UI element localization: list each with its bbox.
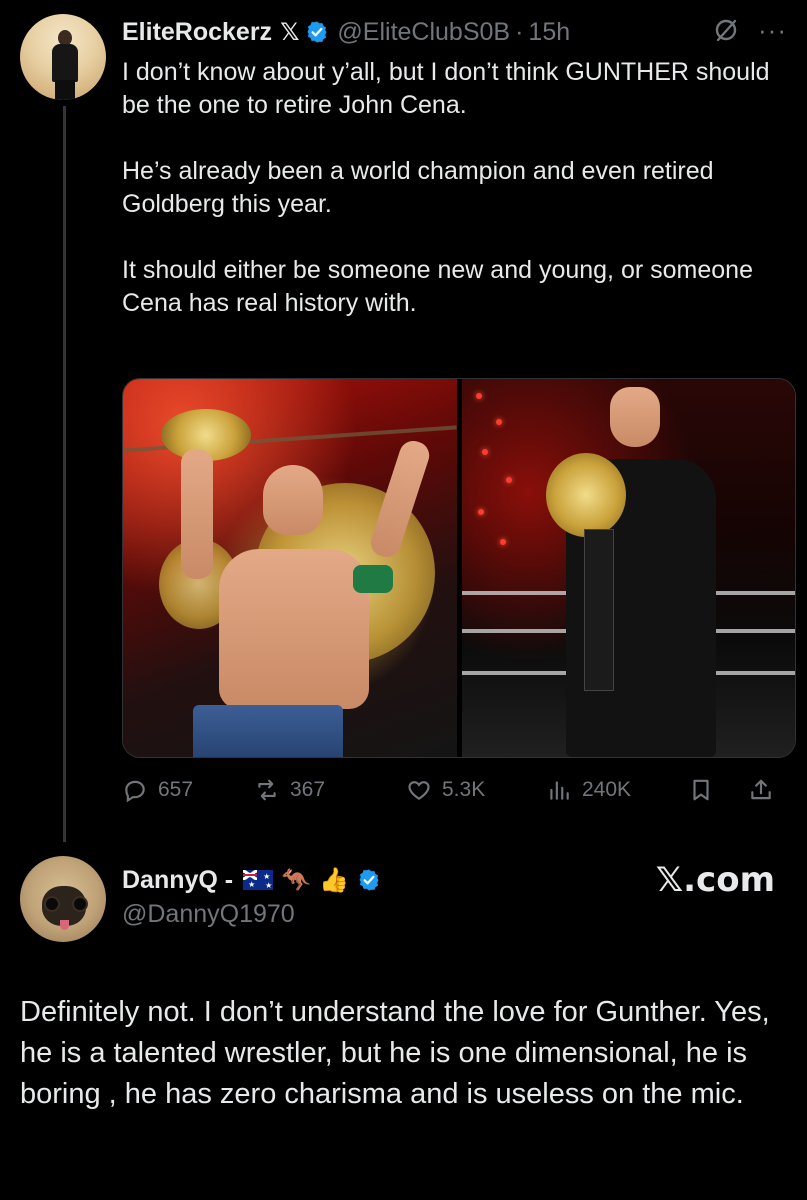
share-button[interactable] [748,777,788,803]
repost-icon [258,779,276,801]
views-bar-chart-icon [550,781,569,800]
grok-icon[interactable] [712,16,740,44]
verified-badge-icon [359,869,379,891]
author-handle[interactable]: @EliteClubS0B [337,18,510,47]
bookmark-button[interactable] [688,777,748,803]
like-heart-icon [408,781,430,800]
reply-body: Definitely not. I don’t understand the l… [20,996,770,1110]
kangaroo-emoji: 🦘 [281,866,312,894]
tweet-media-grid[interactable] [122,378,796,758]
australia-flag-icon: ★ ★ ★ [243,870,274,890]
view-count: 240K [582,778,632,801]
repost-count: 367 [290,778,326,801]
verified-badge-icon [307,21,327,43]
avatar-dannyq-pug[interactable] [20,856,106,942]
repost-button[interactable]: 367 [254,777,406,803]
reply-icon [125,780,145,803]
photo-gunther-with-title[interactable] [461,379,795,757]
tweet-paragraph: I don’t know about y’all, but I don’t th… [122,58,770,119]
tweet-action-bar: 657 367 5.3K 240K [122,770,794,810]
reply-count: 657 [158,778,194,801]
thumbs-up-emoji: 👍 [319,866,349,894]
x-badge-icon: 𝕏 [280,18,300,46]
share-icon [751,779,771,800]
like-button[interactable]: 5.3K [406,777,546,803]
tweet-paragraph: It should either be someone new and youn… [122,256,753,317]
tweet-paragraph: He’s already been a world champion and e… [122,157,714,218]
photo-cena-with-title[interactable] [123,379,457,757]
tweet-body: I don’t know about y’all, but I don’t th… [122,56,782,320]
more-options-icon[interactable]: ··· [758,17,787,43]
reply-author-handle[interactable]: @DannyQ1970 [122,900,295,929]
tweet-screenshot: EliteRockerz 𝕏 @EliteClubS0B · 15h ··· I… [0,0,807,1200]
tweet-timestamp[interactable]: 15h [528,18,570,47]
author-display-name[interactable]: EliteRockerz [122,18,272,47]
x-com-label: 𝕏.com [655,860,775,900]
thread-connector-line [63,106,66,842]
avatar-elite-rockerz[interactable] [20,14,106,100]
reply-button[interactable]: 657 [122,777,244,803]
reply-header: DannyQ - ★ ★ ★ 🦘 👍 [122,860,381,900]
separator-dot: · [515,17,524,46]
tweet-header: EliteRockerz 𝕏 @EliteClubS0B · 15h ··· [122,14,787,50]
bookmark-icon [693,779,709,801]
reply-author-display-name[interactable]: DannyQ - [122,866,233,895]
like-count: 5.3K [442,778,486,801]
views-button[interactable]: 240K [546,777,688,803]
